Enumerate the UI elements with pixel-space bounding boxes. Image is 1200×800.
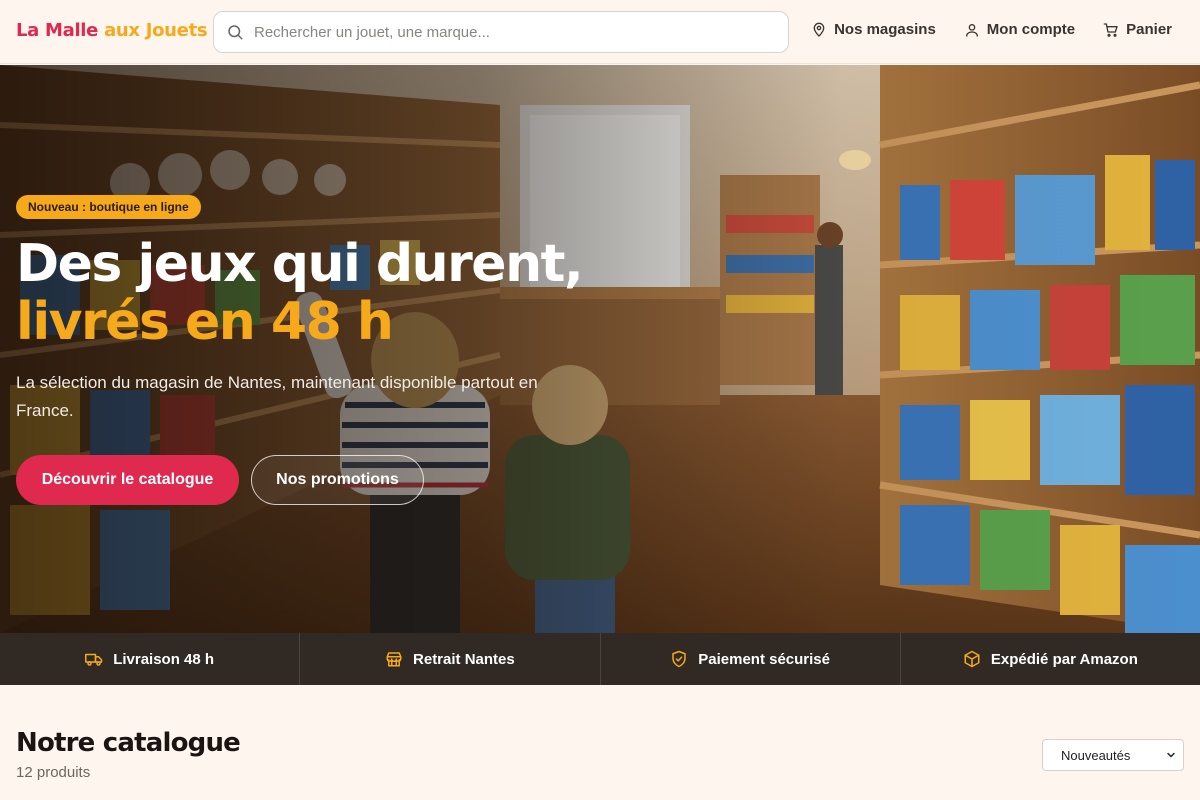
- store-icon: [386, 652, 402, 667]
- promotions-button[interactable]: Nos promotions: [251, 455, 424, 505]
- package-icon: [964, 650, 980, 668]
- features-bar: Livraison 48 h Retrait Nantes Paiement s…: [0, 633, 1200, 685]
- user-icon: [965, 23, 978, 37]
- new-store-badge: Nouveau : boutique en ligne: [16, 195, 201, 219]
- shield-check-icon: [672, 650, 686, 668]
- hero-banner: Nouveau : boutique en ligne Des jeux qui…: [0, 65, 1200, 633]
- feature-amazon-label: Expédié par Amazon: [990, 650, 1138, 668]
- nav-cart-link[interactable]: Panier: [1103, 21, 1172, 38]
- catalog-title: Notre catalogue: [16, 728, 241, 758]
- logo-part-1: La Malle: [16, 20, 99, 41]
- nav-stores-label: Nos magasins: [834, 21, 936, 38]
- hero-title: Des jeux qui durent, livrés en 48 h: [16, 234, 584, 352]
- sort-selected-value: Nouveautés: [1061, 747, 1131, 763]
- feature-delivery: Livraison 48 h: [0, 633, 301, 685]
- discover-catalog-button[interactable]: Découvrir le catalogue: [16, 455, 239, 505]
- feature-amazon: Expédié par Amazon: [901, 633, 1200, 685]
- search-icon: [228, 25, 243, 40]
- search-bar[interactable]: [213, 11, 789, 53]
- logo-part-2: aux Jouets: [104, 20, 208, 41]
- sort-select[interactable]: Nouveautés: [1042, 739, 1184, 771]
- catalog-product-count: 12 produits: [16, 764, 91, 781]
- chevron-down-icon: [1167, 752, 1175, 758]
- feature-delivery-label: Livraison 48 h: [113, 650, 215, 668]
- search-input[interactable]: [254, 23, 774, 41]
- hero-title-line-1: Des jeux qui durent,: [16, 234, 584, 294]
- feature-pickup: Retrait Nantes: [300, 633, 601, 685]
- nav-cart-label: Panier: [1126, 21, 1172, 38]
- feature-payment-label: Paiement sécurisé: [698, 650, 830, 668]
- feature-pickup-label: Retrait Nantes: [413, 650, 515, 668]
- site-logo[interactable]: La Malle aux Jouets: [16, 20, 208, 41]
- map-pin-icon: [813, 22, 825, 37]
- nav-account-link[interactable]: Mon compte: [964, 21, 1075, 38]
- hero-subtitle: La sélection du magasin de Nantes, maint…: [16, 373, 538, 420]
- truck-icon: [85, 653, 103, 666]
- nav-account-label: Mon compte: [986, 21, 1076, 38]
- cart-icon: [1103, 22, 1118, 37]
- hero-title-line-2: livrés en 48 h: [16, 292, 394, 352]
- site-header: La Malle aux Jouets Nos magasins Mon com…: [0, 0, 1200, 64]
- feature-payment: Paiement sécurisé: [601, 633, 901, 685]
- nav-stores-link[interactable]: Nos magasins: [811, 21, 936, 38]
- header-nav: Nos magasins Mon compte Panier: [811, 21, 1172, 38]
